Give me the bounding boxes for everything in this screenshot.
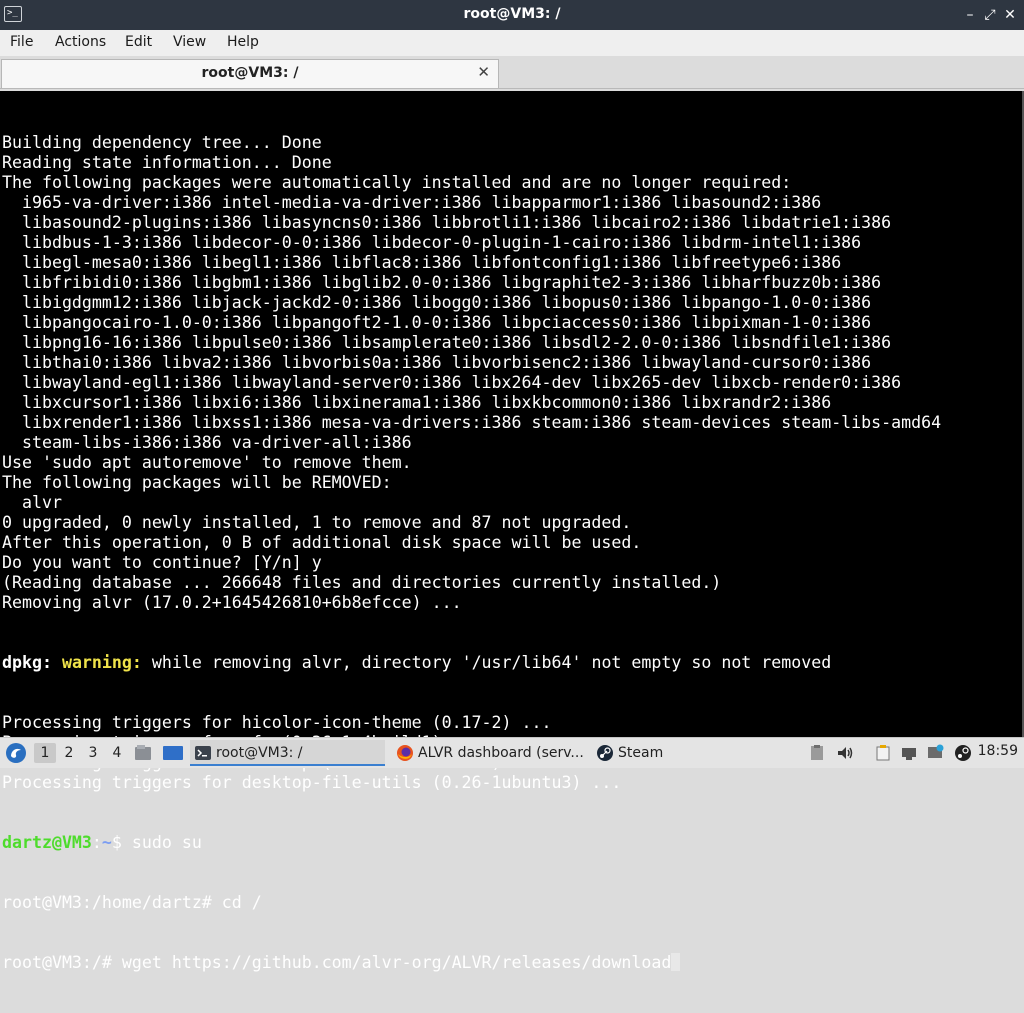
command-input-line[interactable]: root@VM3:/# wget https://github.com/alvr… <box>2 953 1022 973</box>
clipboard-icon[interactable] <box>808 744 826 762</box>
terminal-line: libegl-mesa0:i386 libegl1:i386 libflac8:… <box>2 253 842 272</box>
warning-label: warning: <box>61 653 142 672</box>
terminal-line: libxrender1:i386 libxss1:i386 mesa-va-dr… <box>2 413 942 432</box>
terminal-line: After this operation, 0 B of additional … <box>2 533 642 552</box>
terminal-line: Processing triggers for desktop-file-uti… <box>2 773 622 792</box>
files-icon[interactable] <box>133 743 153 763</box>
show-desktop-icon[interactable] <box>162 743 184 763</box>
terminal-line: libfribidi0:i386 libgbm1:i386 libglib2.0… <box>2 273 882 292</box>
terminal-line: Use 'sudo apt autoremove' to remove them… <box>2 453 412 472</box>
terminal-line: alvr <box>2 493 62 512</box>
terminal-icon <box>195 746 211 760</box>
updates-icon[interactable] <box>926 744 944 762</box>
warning-line: dpkg: warning: while removing alvr, dire… <box>2 653 1022 673</box>
workspace-1[interactable]: 1 <box>34 743 56 763</box>
terminal-line: libigdgmm12:i386 libjack-jackd2-0:i386 l… <box>2 293 872 312</box>
taskbar-item-label: root@VM3: / <box>216 745 303 761</box>
terminal-line: Processing triggers for hicolor-icon-the… <box>2 713 552 732</box>
terminal-line: libasound2-plugins:i386 libasyncns0:i386… <box>2 213 892 232</box>
taskbar-item-steam[interactable]: Steam <box>592 740 787 766</box>
terminal-line: Building dependency tree... Done <box>2 133 322 152</box>
workspace-4[interactable]: 4 <box>106 743 128 763</box>
current-command: root@VM3:/# wget https://github.com/alvr… <box>2 953 672 972</box>
start-menu-icon[interactable] <box>5 742 27 764</box>
menu-view[interactable]: View <box>173 34 206 50</box>
terminal-line: The following packages were automaticall… <box>2 173 792 192</box>
terminal-output[interactable]: Building dependency tree... Done Reading … <box>0 91 1024 972</box>
firefox-icon <box>397 745 413 761</box>
terminal-line: (Reading database ... 266648 files and d… <box>2 573 722 592</box>
notes-icon[interactable] <box>874 744 892 762</box>
maximize-button[interactable]: ⤢ <box>980 5 1000 25</box>
steam-tray-icon[interactable] <box>954 744 972 762</box>
steam-icon <box>597 745 613 761</box>
terminal-line: libdbus-1-3:i386 libdecor-0-0:i386 libde… <box>2 233 862 252</box>
terminal-line: i965-va-driver:i386 intel-media-va-drive… <box>2 193 822 212</box>
taskbar-item-label: Steam <box>618 745 664 761</box>
warning-text: while removing alvr, directory '/usr/lib… <box>141 653 832 672</box>
menu-file[interactable]: File <box>10 34 33 50</box>
network-icon[interactable] <box>900 744 918 762</box>
terminal-line: libthai0:i386 libva2:i386 libvorbis0a:i3… <box>2 353 872 372</box>
prompt-path: ~ <box>101 833 112 852</box>
menu-edit[interactable]: Edit <box>125 34 152 50</box>
workspace-3[interactable]: 3 <box>82 743 104 763</box>
taskbar: 1 2 3 4 root@VM3: / ALVR dashboard (serv… <box>0 737 1024 768</box>
tab-close-icon[interactable]: ✕ <box>477 63 490 81</box>
prompt-colon: : <box>91 833 102 852</box>
warning-prefix: dpkg: <box>2 653 62 672</box>
tab-label: root@VM3: / <box>201 65 299 81</box>
window-titlebar: >_ root@VM3: / – ⤢ ✕ <box>0 0 1024 30</box>
terminal-line: 0 upgraded, 0 newly installed, 1 to remo… <box>2 513 632 532</box>
tab-bar: root@VM3: / ✕ <box>0 56 1024 89</box>
volume-icon[interactable] <box>836 744 854 762</box>
minimize-button[interactable]: – <box>960 5 980 25</box>
prompt-symbol: $ <box>111 833 122 852</box>
text-cursor <box>671 953 681 971</box>
workspace-2[interactable]: 2 <box>58 743 80 763</box>
terminal-text: Building dependency tree... Done Reading … <box>2 93 1022 1013</box>
terminal-line: libpangocairo-1.0-0:i386 libpangoft2-1.0… <box>2 313 872 332</box>
menu-actions[interactable]: Actions <box>55 34 106 50</box>
terminal-line: libwayland-egl1:i386 libwayland-server0:… <box>2 373 902 392</box>
menu-bar: File Actions Edit View Help <box>0 30 1024 56</box>
prompt-user-host: dartz@VM3 <box>2 833 92 852</box>
terminal-line: Removing alvr (17.0.2+1645426810+6b8efcc… <box>2 593 462 612</box>
close-window-button[interactable]: ✕ <box>1000 5 1020 25</box>
terminal-line: The following packages will be REMOVED: <box>2 473 392 492</box>
window-title: root@VM3: / <box>463 6 561 22</box>
clock[interactable]: 18:59 <box>978 743 1018 759</box>
user-prompt-line: dartz@VM3:~$ sudo su <box>2 833 1022 853</box>
prompt-command: sudo su <box>121 833 202 852</box>
taskbar-item-label: ALVR dashboard (serv... <box>418 745 584 761</box>
taskbar-item-alvr-dashboard[interactable]: ALVR dashboard (serv... <box>392 740 587 766</box>
menu-help[interactable]: Help <box>227 34 259 50</box>
terminal-line: Do you want to continue? [Y/n] y <box>2 553 322 572</box>
terminal-line: Reading state information... Done <box>2 153 332 172</box>
terminal-line: libpng16-16:i386 libpulse0:i386 libsampl… <box>2 333 892 352</box>
terminal-line: steam-libs-i386:i386 va-driver-all:i386 <box>2 433 412 452</box>
root-line: root@VM3:/home/dartz# cd / <box>2 893 262 912</box>
taskbar-item-terminal[interactable]: root@VM3: / <box>190 740 385 766</box>
terminal-line: libxcursor1:i386 libxi6:i386 libxinerama… <box>2 393 832 412</box>
tab-terminal[interactable]: root@VM3: / ✕ <box>1 59 499 88</box>
